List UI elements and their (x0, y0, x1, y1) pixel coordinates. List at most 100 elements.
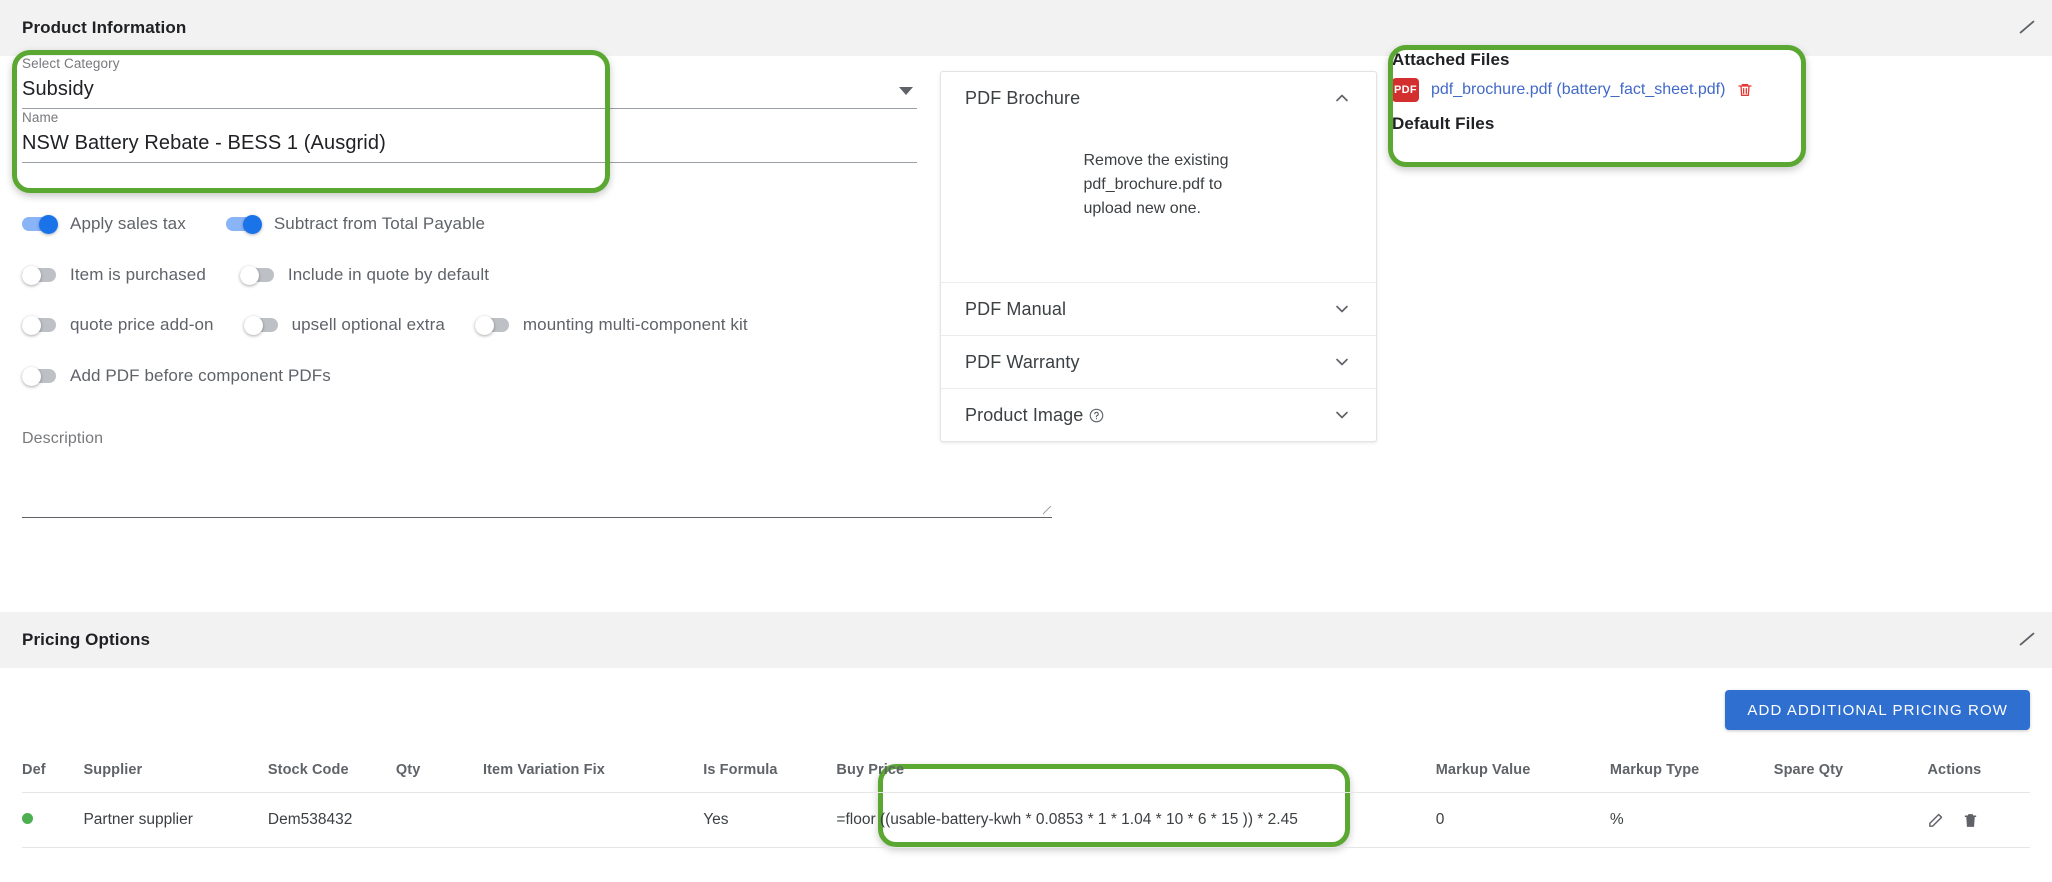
select-category-underline (22, 108, 917, 109)
name-value: NSW Battery Rebate - BESS 1 (Ausgrid) (22, 132, 386, 154)
toggle-switch[interactable] (239, 266, 276, 285)
toggle-switch[interactable] (22, 316, 58, 335)
accordion-header-pdf-warranty[interactable]: PDF Warranty (941, 336, 1376, 388)
column-header-is-formula: Is Formula (703, 762, 778, 778)
pricing-options-collapse-icon[interactable] (2016, 629, 2038, 651)
column-header-buy-price: Buy Price (836, 762, 905, 778)
column-header-qty: Qty (395, 762, 421, 778)
description-field[interactable]: Description (22, 430, 1052, 518)
toggle-apply-sales-tax[interactable]: Apply sales tax (22, 214, 186, 234)
edit-icon[interactable] (1927, 812, 1944, 829)
product-information-header: Product Information (0, 0, 2052, 56)
accordion-title: Product Image (965, 404, 1084, 425)
cell-qty (395, 792, 483, 848)
cell-stock-code: Dem538432 (267, 792, 396, 848)
toggle-label: quote price add-on (70, 315, 214, 334)
accordion-title: PDF Warranty (965, 351, 1080, 372)
toggle-label: mounting multi-component kit (522, 315, 748, 334)
toggle-row-3: quote price add-on upsell optional extra… (22, 315, 748, 335)
accordion-header-pdf-manual[interactable]: PDF Manual (941, 283, 1376, 335)
toggle-include-in-quote-by-default[interactable]: Include in quote by default (239, 265, 490, 285)
column-header-actions: Actions (1927, 762, 1982, 778)
product-information-collapse-icon[interactable] (2016, 17, 2038, 39)
product-editor-page: Product Information Select Category Subs… (0, 0, 2052, 882)
column-header-spare-qty: Spare Qty (1773, 762, 1844, 778)
accordion-title-wrap: Product Image (965, 405, 1332, 426)
product-information-title: Product Information (22, 18, 187, 37)
name-field[interactable]: Name NSW Battery Rebate - BESS 1 (Ausgri… (22, 110, 917, 163)
column-header-markup-value: Markup Value (1435, 762, 1531, 778)
cell-is-formula: Yes (703, 792, 837, 848)
delete-icon[interactable] (1962, 812, 1979, 829)
toggle-switch[interactable] (22, 367, 58, 386)
name-underline (22, 162, 917, 163)
column-header-item-variation-fix: Item Variation Fix (483, 762, 605, 778)
default-files-title: Default Files (1392, 114, 1495, 133)
toggle-label: upsell optional extra (291, 315, 445, 334)
toggle-label: Item is purchased (70, 265, 206, 284)
toggle-upsell-optional-extra[interactable]: upsell optional extra (243, 315, 445, 335)
column-header-supplier: Supplier (83, 762, 143, 778)
accordion-title: PDF Manual (965, 298, 1067, 319)
chevron-down-icon[interactable] (1332, 405, 1352, 425)
toggle-label: Subtract from Total Payable (273, 214, 486, 233)
toggle-label: Add PDF before component PDFs (70, 366, 331, 385)
column-header-def: Def (22, 762, 46, 778)
name-label: Name (22, 110, 59, 125)
pdf-brochure-message: Remove the existing pdf_brochure.pdf to … (1083, 152, 1229, 217)
cell-supplier: Partner supplier (83, 792, 268, 848)
cell-actions (1927, 792, 2030, 848)
toggle-switch[interactable] (243, 316, 280, 335)
accordion-title: PDF Brochure (965, 87, 1081, 108)
cell-buy-price: =floor ((usable-battery-kwh * 0.0853 * 1… (836, 792, 1436, 848)
cell-item-variation-fix (483, 792, 704, 848)
toggle-label: Include in quote by default (287, 265, 490, 284)
pdf-file-icon: PDF (1392, 78, 1419, 102)
toggle-add-pdf-before-component-pdfs[interactable]: Add PDF before component PDFs (22, 366, 331, 386)
accordion-body-pdf-brochure: Remove the existing pdf_brochure.pdf to … (941, 124, 1376, 282)
toggle-mounting-multi-component-kit[interactable]: mounting multi-component kit (474, 315, 748, 335)
toggle-switch[interactable] (474, 316, 511, 335)
column-header-stock-code: Stock Code (267, 762, 349, 778)
toggle-row-4: Add PDF before component PDFs (22, 366, 331, 386)
default-status-dot (22, 813, 33, 824)
chevron-down-icon[interactable] (899, 87, 913, 95)
toggle-row-2: Item is purchased Include in quote by de… (22, 265, 489, 285)
toggle-switch[interactable] (225, 215, 262, 234)
chevron-down-icon[interactable] (1332, 352, 1352, 372)
attached-file-row: PDF pdf_brochure.pdf (battery_fact_sheet… (1392, 78, 1802, 102)
toggle-item-is-purchased[interactable]: Item is purchased (22, 265, 206, 285)
accordion-header-product-image[interactable]: Product Image (941, 389, 1376, 441)
toggle-label: Apply sales tax (70, 214, 186, 233)
toggle-quote-price-add-on[interactable]: quote price add-on (22, 315, 214, 335)
toggle-switch[interactable] (22, 215, 58, 234)
pricing-options-title: Pricing Options (22, 630, 151, 649)
pricing-table: Def Supplier Stock Code Qty Item Variati… (22, 762, 2030, 848)
cell-spare-qty (1773, 792, 1928, 848)
attached-files-title: Attached Files (1392, 50, 1510, 69)
toggle-subtract-from-total-payable[interactable]: Subtract from Total Payable (225, 214, 486, 234)
toggle-switch[interactable] (22, 266, 58, 285)
description-textarea[interactable] (22, 448, 1052, 518)
help-icon[interactable] (1089, 407, 1104, 422)
description-label: Description (22, 430, 104, 447)
pdf-accordion-card: PDF Brochure Remove the existing pdf_bro… (940, 71, 1377, 442)
add-additional-pricing-row-button[interactable]: ADD ADDITIONAL PRICING ROW (1725, 690, 2030, 730)
toggle-row-1: Apply sales tax Subtract from Total Paya… (22, 214, 485, 234)
cell-markup-value: 0 (1435, 792, 1610, 848)
chevron-up-icon[interactable] (1332, 88, 1352, 108)
resize-handle-icon[interactable] (1042, 505, 1052, 515)
chevron-down-icon[interactable] (1332, 299, 1352, 319)
column-header-markup-type: Markup Type (1609, 762, 1700, 778)
cell-def (22, 792, 84, 848)
attached-file-link[interactable]: pdf_brochure.pdf (battery_fact_sheet.pdf… (1431, 81, 1725, 99)
select-category-field[interactable]: Select Category Subsidy (22, 56, 917, 109)
select-category-label: Select Category (22, 56, 120, 71)
pricing-options-header: Pricing Options (0, 612, 2052, 668)
trash-icon[interactable] (1737, 82, 1753, 98)
accordion-header-pdf-brochure[interactable]: PDF Brochure (941, 72, 1376, 124)
select-category-value: Subsidy (22, 78, 94, 100)
table-header-row: Def Supplier Stock Code Qty Item Variati… (22, 762, 2030, 793)
attached-files-card: Attached Files PDF pdf_brochure.pdf (bat… (1392, 50, 1802, 160)
table-row[interactable]: Partner supplier Dem538432 Yes =floor ((… (22, 792, 2030, 848)
